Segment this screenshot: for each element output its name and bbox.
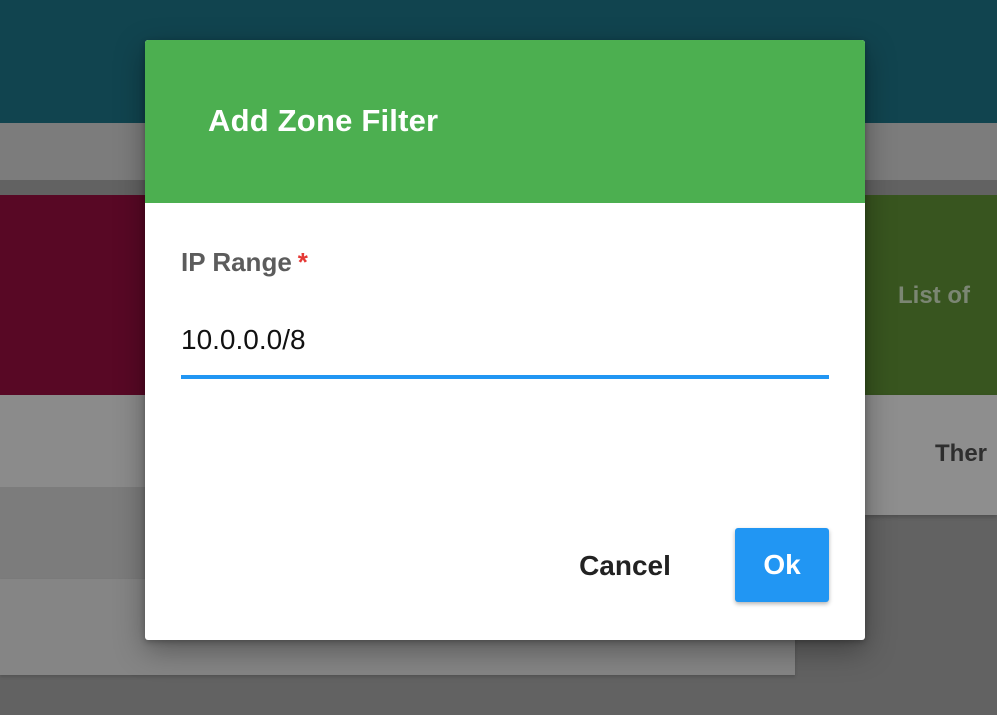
- ip-range-label: IP Range *: [181, 247, 308, 278]
- dialog-title: Add Zone Filter: [208, 103, 439, 138]
- app-window: List of Ther Add Zone Filter IP Range* C…: [0, 0, 997, 715]
- ip-range-input[interactable]: [181, 318, 829, 362]
- cancel-button[interactable]: Cancel: [565, 530, 685, 602]
- required-asterisk: *: [297, 247, 308, 277]
- dialog-header: Add Zone Filter: [145, 40, 865, 203]
- add-zone-filter-dialog: Add Zone Filter IP Range* Cancel Ok: [145, 40, 865, 640]
- ip-range-input-underline: [181, 375, 829, 379]
- ip-range-label-text: IP Range: [181, 247, 292, 277]
- ok-button[interactable]: Ok: [735, 528, 829, 602]
